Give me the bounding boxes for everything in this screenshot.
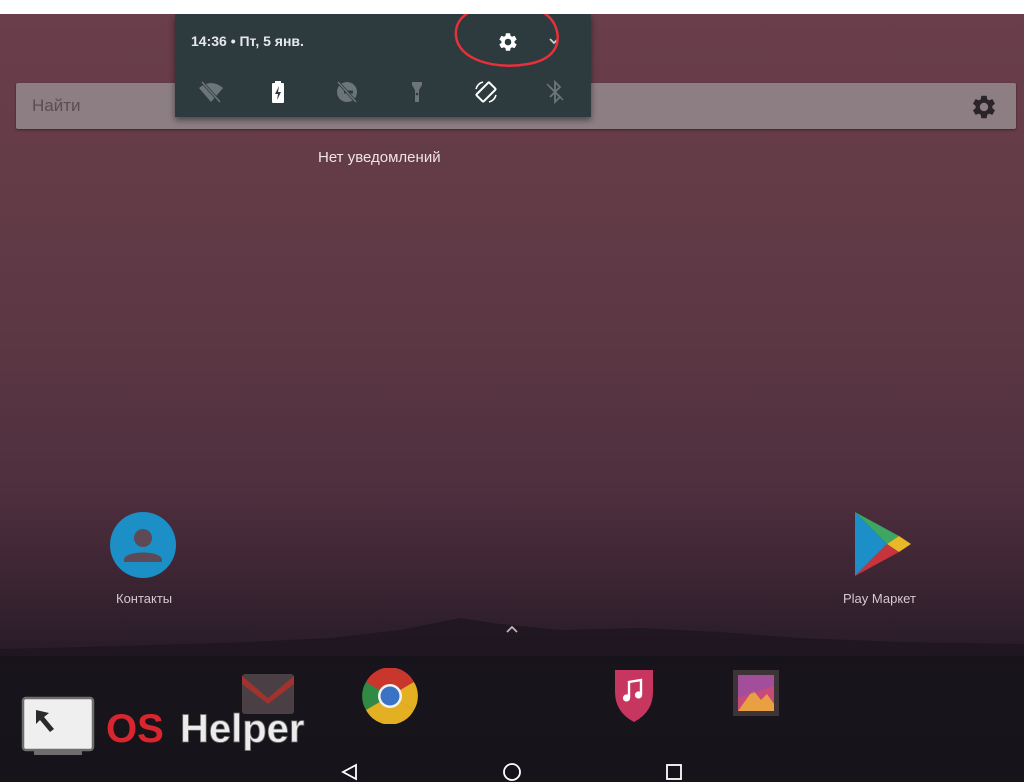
battery-charging-icon[interactable]	[265, 79, 291, 105]
app-label: Play Маркет	[843, 591, 916, 606]
search-placeholder: Найти	[32, 96, 81, 115]
home-icon[interactable]	[501, 761, 523, 782]
app-contacts[interactable]: Контакты	[110, 512, 176, 612]
chrome-icon[interactable]	[362, 668, 418, 724]
recents-icon[interactable]	[665, 763, 683, 781]
do-not-disturb-off-icon[interactable]	[334, 79, 360, 105]
svg-text:OS: OS	[106, 707, 164, 751]
music-icon[interactable]	[611, 668, 657, 724]
os-helper-watermark: OS Helper	[21, 696, 305, 755]
flashlight-icon[interactable]	[404, 79, 430, 105]
annotation-circle	[454, 14, 559, 67]
app-label: Контакты	[116, 591, 173, 606]
no-notifications-label: Нет уведомлений	[318, 149, 441, 166]
svg-text:Helper: Helper	[180, 707, 305, 751]
app-drawer-arrow-icon[interactable]	[504, 623, 520, 635]
gallery-icon[interactable]	[731, 668, 781, 718]
contacts-icon	[110, 512, 176, 578]
bluetooth-off-icon[interactable]	[542, 79, 568, 105]
settings-gear-icon[interactable]	[970, 93, 998, 121]
home-screen: Найти 14:36 • Пт, 5 янв. Нет уведомлений…	[0, 14, 1024, 782]
app-play-store[interactable]: Play Маркет	[843, 512, 923, 612]
play-store-icon	[855, 512, 911, 576]
time-date-label: 14:36 • Пт, 5 янв.	[191, 33, 304, 49]
back-icon[interactable]	[340, 762, 360, 782]
wifi-off-icon[interactable]	[198, 79, 224, 105]
auto-rotate-icon[interactable]	[473, 79, 499, 105]
